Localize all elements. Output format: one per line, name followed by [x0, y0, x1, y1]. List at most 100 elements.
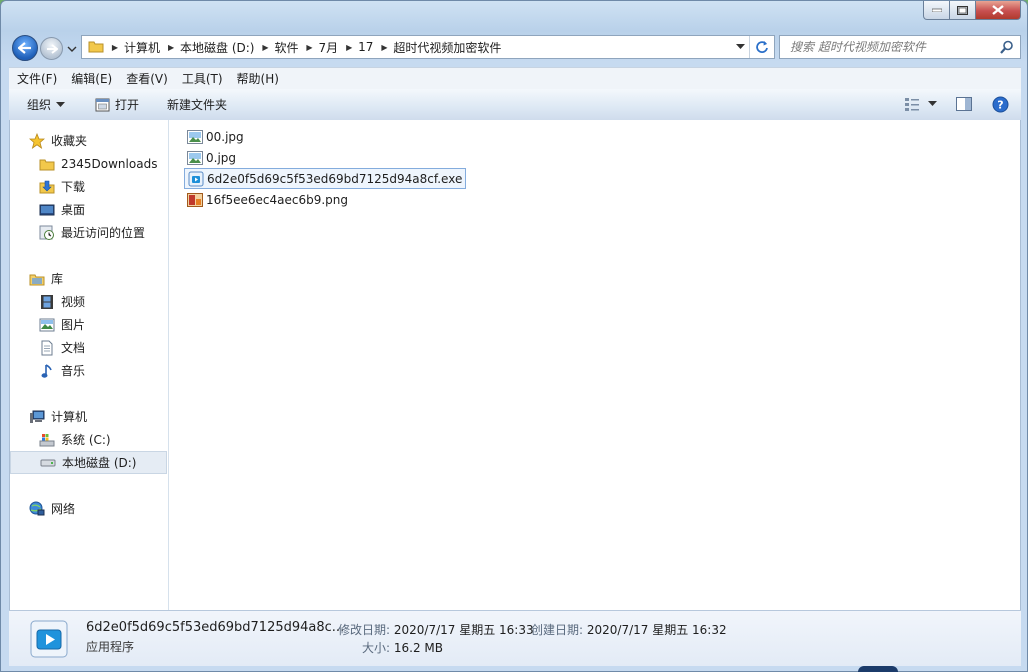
nav-item-recent-places[interactable]: 最近访问的位置 — [10, 221, 167, 244]
caption-buttons — [923, 1, 1021, 20]
organize-button[interactable]: 组织 — [19, 93, 73, 117]
refresh-button[interactable] — [749, 36, 774, 58]
nav-item-drive-d[interactable]: 本地磁盘 (D:) — [10, 451, 167, 474]
minimize-icon — [931, 8, 942, 12]
change-view-button[interactable] — [899, 93, 925, 115]
navigation-bar: ▶ 计算机 ▶ 本地磁盘 (D:) ▶ 软件 ▶ 7月 ▶ 17 ▶ 超时代视频加密软件 — [9, 32, 1021, 62]
close-button[interactable] — [976, 1, 1021, 20]
menu-edit[interactable]: 编辑(E) — [63, 70, 118, 87]
view-options-dropdown[interactable] — [925, 93, 939, 115]
navigation-pane: 收藏夹 2345Downloads 下载 桌面 最近访问的位置 库 视频 图片 … — [10, 120, 169, 610]
maximize-icon — [957, 5, 968, 15]
nav-network[interactable]: 网络 — [10, 497, 167, 520]
view-icon — [905, 98, 919, 111]
nav-item-label: 2345Downloads — [61, 156, 158, 171]
library-icon — [28, 271, 46, 287]
file-item-0-jpg[interactable]: 0.jpg — [184, 147, 239, 168]
application-icon — [188, 171, 204, 187]
menu-view[interactable]: 查看(V) — [118, 70, 174, 87]
minimize-button[interactable] — [923, 1, 950, 20]
music-library-icon — [38, 363, 56, 379]
file-item-00-jpg[interactable]: 00.jpg — [184, 126, 247, 147]
nav-item-label: 最近访问的位置 — [61, 226, 146, 240]
help-icon: ? — [992, 96, 1008, 112]
png-file-icon — [187, 192, 203, 208]
file-name: 0.jpg — [206, 150, 237, 165]
maximize-button[interactable] — [950, 1, 976, 20]
modified-label: 修改日期: — [338, 623, 391, 637]
size-value: 16.2 MB — [393, 641, 443, 655]
nav-network-label: 网络 — [51, 502, 76, 516]
new-folder-button[interactable]: 新建文件夹 — [159, 93, 235, 117]
chevron-down-icon — [735, 44, 745, 49]
chevron-right-icon: ▶ — [346, 42, 353, 52]
search-box[interactable] — [779, 35, 1021, 59]
help-button[interactable]: ? — [987, 93, 1013, 115]
breadcrumb-software[interactable]: ▶ 软件 — [258, 36, 302, 58]
content-area: 收藏夹 2345Downloads 下载 桌面 最近访问的位置 库 视频 图片 … — [9, 120, 1021, 610]
close-icon — [992, 5, 1004, 15]
nav-libraries[interactable]: 库 — [10, 267, 167, 290]
folder-icon — [88, 39, 104, 56]
nav-item-documents[interactable]: 文档 — [10, 336, 167, 359]
chevron-right-icon: ▶ — [306, 42, 313, 52]
nav-item-label: 视频 — [61, 295, 86, 309]
view-controls: ? — [893, 93, 1013, 115]
nav-item-label: 桌面 — [61, 203, 86, 217]
back-button[interactable] — [12, 35, 38, 61]
menu-tools[interactable]: 工具(T) — [174, 70, 229, 87]
nav-item-music[interactable]: 音乐 — [10, 359, 167, 382]
file-name: 16f5ee6ec4aec6b9.png — [206, 192, 349, 207]
file-name: 00.jpg — [206, 129, 244, 144]
menu-file[interactable]: 文件(F) — [9, 70, 63, 87]
recent-pages-button[interactable] — [66, 43, 78, 53]
system-drive-icon — [38, 432, 56, 448]
explorer-window: ▶计算机 ▶本地磁盘 (D:) ▶软件 ▶7月 ▶17 ▶超时代视频加密软件 文… — [0, 0, 1028, 672]
nav-computer[interactable]: 计算机 — [10, 405, 167, 428]
vertical-scrollbar[interactable] — [1003, 120, 1020, 610]
breadcrumb-current-folder[interactable]: ▶ 超时代视频加密软件 — [377, 36, 505, 58]
nav-item-pictures[interactable]: 图片 — [10, 313, 167, 336]
file-name: 6d2e0f5d69c5f53ed69bd7125d94a8cf.exe — [207, 171, 463, 186]
file-item-png[interactable]: 16f5ee6ec4aec6b9.png — [184, 189, 351, 210]
desktop-icon — [38, 202, 56, 218]
nav-favorites-label: 收藏夹 — [51, 134, 88, 148]
nav-item-downloads[interactable]: 下载 — [10, 175, 167, 198]
modified-value: 2020/7/17 星期五 16:33 — [393, 623, 534, 637]
address-bar[interactable]: ▶ 计算机 ▶ 本地磁盘 (D:) ▶ 软件 ▶ 7月 ▶ 17 ▶ 超时代视频加密软件 — [81, 35, 775, 59]
details-pane: 6d2e0f5d69c5f53ed69bd7125d94a8c... 应用程序 … — [9, 610, 1021, 666]
menu-help[interactable]: 帮助(H) — [229, 70, 285, 87]
details-modified: 修改日期: 2020/7/17 星期五 16:33 — [338, 621, 534, 638]
nav-item-2345downloads[interactable]: 2345Downloads — [10, 152, 167, 175]
breadcrumb-17[interactable]: ▶ 17 — [342, 36, 377, 58]
network-icon — [28, 501, 46, 517]
details-size: 大小: 16.2 MB — [362, 639, 443, 656]
documents-library-icon — [38, 340, 56, 356]
breadcrumb-july[interactable]: ▶ 7月 — [303, 36, 343, 58]
search-input[interactable] — [788, 39, 1002, 55]
chevron-right-icon: ▶ — [167, 42, 175, 52]
recent-places-icon — [38, 225, 56, 241]
chevron-down-icon — [927, 101, 937, 106]
star-icon — [28, 132, 46, 149]
nav-item-label: 音乐 — [61, 364, 86, 378]
forward-button[interactable] — [40, 37, 63, 60]
preview-pane-icon — [956, 97, 972, 111]
nav-item-videos[interactable]: 视频 — [10, 290, 167, 313]
file-item-exe[interactable]: 6d2e0f5d69c5f53ed69bd7125d94a8cf.exe — [184, 168, 467, 189]
nav-item-drive-c[interactable]: 系统 (C:) — [10, 428, 167, 451]
breadcrumb-drive-d[interactable]: ▶ 本地磁盘 (D:) — [164, 36, 258, 58]
preview-pane-button[interactable] — [951, 93, 977, 115]
nav-favorites[interactable]: 收藏夹 — [10, 129, 167, 152]
open-button[interactable]: 打开 — [87, 93, 147, 117]
address-dropdown-button[interactable] — [732, 36, 748, 58]
arrow-right-icon — [46, 43, 58, 54]
details-created: 创建日期: 2020/7/17 星期五 16:32 — [531, 621, 727, 638]
search-icon[interactable] — [1000, 40, 1014, 57]
nav-item-label: 图片 — [61, 318, 86, 332]
application-large-icon — [29, 619, 69, 659]
chevron-right-icon: ▶ — [262, 42, 269, 52]
breadcrumb-computer[interactable]: ▶ 计算机 — [108, 36, 164, 58]
nav-item-desktop[interactable]: 桌面 — [10, 198, 167, 221]
refresh-icon — [756, 41, 768, 53]
